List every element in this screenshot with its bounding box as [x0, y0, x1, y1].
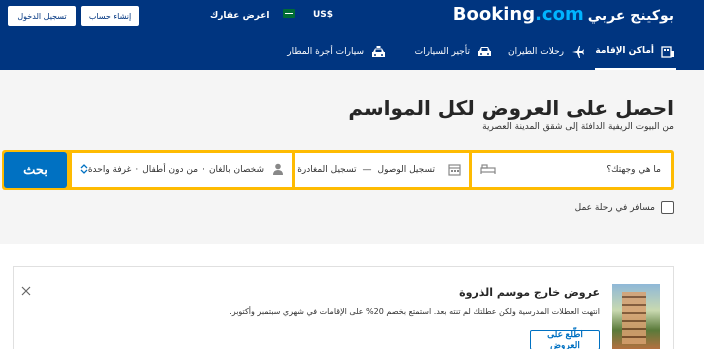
adults-count: شخصان بالغان — [208, 165, 264, 175]
logo-suffix: بوكينج عربي — [587, 8, 674, 24]
date-separator: — — [362, 165, 372, 175]
promo-title: عروض خارج موسم الذروة — [459, 286, 600, 299]
nav-car-rental[interactable]: تأجير السيارات — [415, 34, 492, 70]
nav-cars-label: تأجير السيارات — [414, 47, 470, 57]
guests-summary: شخصان بالغان · من دون أطفال · غرفة واحدة — [88, 165, 264, 175]
plane-icon — [570, 44, 586, 60]
bed-icon — [660, 43, 676, 59]
register-button[interactable]: إنشاء حساب — [81, 6, 139, 26]
work-trip-label: مسافر في رحلة عمل — [574, 202, 655, 213]
dot-separator: · — [135, 165, 139, 175]
taxi-icon — [370, 44, 386, 60]
checkout-label: تسجيل المغادرة — [297, 165, 357, 175]
promo-description: انتهت العطلات المدرسية ولكن عطلتك لم تنت… — [229, 307, 600, 316]
car-icon — [476, 44, 492, 60]
work-trip-checkbox[interactable] — [661, 201, 674, 214]
top-bar: بوكينج عربي Booking .com $US اعرض عقارك … — [0, 0, 704, 70]
date-range-text: تسجيل الوصول — تسجيل المغادرة — [297, 165, 435, 175]
search-button[interactable]: بحث — [4, 152, 67, 188]
currency-selector[interactable]: $US — [313, 10, 333, 20]
calendar-icon — [448, 163, 461, 179]
promo-card: عروض خارج موسم الذروة انتهت العطلات المد… — [13, 266, 674, 349]
dot-separator: · — [202, 165, 205, 175]
children-count: من دون أطفال — [142, 165, 199, 175]
date-range-field[interactable]: تسجيل الوصول — تسجيل المغادرة — [295, 153, 469, 187]
nav-stays[interactable]: أماكن الإقامة — [595, 34, 676, 70]
bed-icon — [480, 163, 496, 178]
work-trip-option[interactable]: مسافر في رحلة عمل — [575, 201, 674, 214]
booking-logo[interactable]: بوكينج عربي Booking .com — [453, 4, 674, 25]
nav-flights[interactable]: رحلات الطيران — [508, 34, 586, 70]
chevron-updown-icon — [80, 163, 88, 178]
promo-image — [612, 284, 660, 349]
nav-taxi-label: سيارات أجرة المطار — [287, 47, 364, 57]
nav-stays-label: أماكن الإقامة — [595, 46, 654, 56]
guests-field[interactable]: شخصان بالغان · من دون أطفال · غرفة واحدة — [72, 153, 292, 187]
close-icon[interactable] — [19, 283, 33, 297]
nav-flights-label: رحلات الطيران — [507, 47, 564, 57]
destination-placeholder: ما هي وجهتك؟ — [606, 165, 661, 175]
login-button[interactable]: تسجيل الدخول — [8, 6, 76, 26]
person-icon — [272, 163, 284, 179]
search-bar: ما هي وجهتك؟ تسجيل الوصول — تسجيل المغاد… — [2, 150, 674, 190]
logo-main: Booking — [452, 4, 536, 25]
nav-airport-taxi[interactable]: سيارات أجرة المطار — [287, 34, 386, 70]
destination-field[interactable]: ما هي وجهتك؟ — [472, 153, 671, 187]
hero-subtitle: من البيوت الريفية الدافئة إلى شقق المدين… — [482, 122, 674, 132]
checkin-label: تسجيل الوصول — [377, 165, 435, 175]
see-deals-button[interactable]: اطّلع على العروض — [530, 329, 600, 349]
rooms-count: غرفة واحدة — [87, 165, 132, 175]
logo-tld: .com — [535, 4, 584, 25]
hero-title: احصل على العروض لكل المواسم — [348, 96, 674, 120]
language-flag-icon[interactable] — [283, 9, 295, 18]
list-property-link[interactable]: اعرض عقارك — [210, 11, 270, 21]
